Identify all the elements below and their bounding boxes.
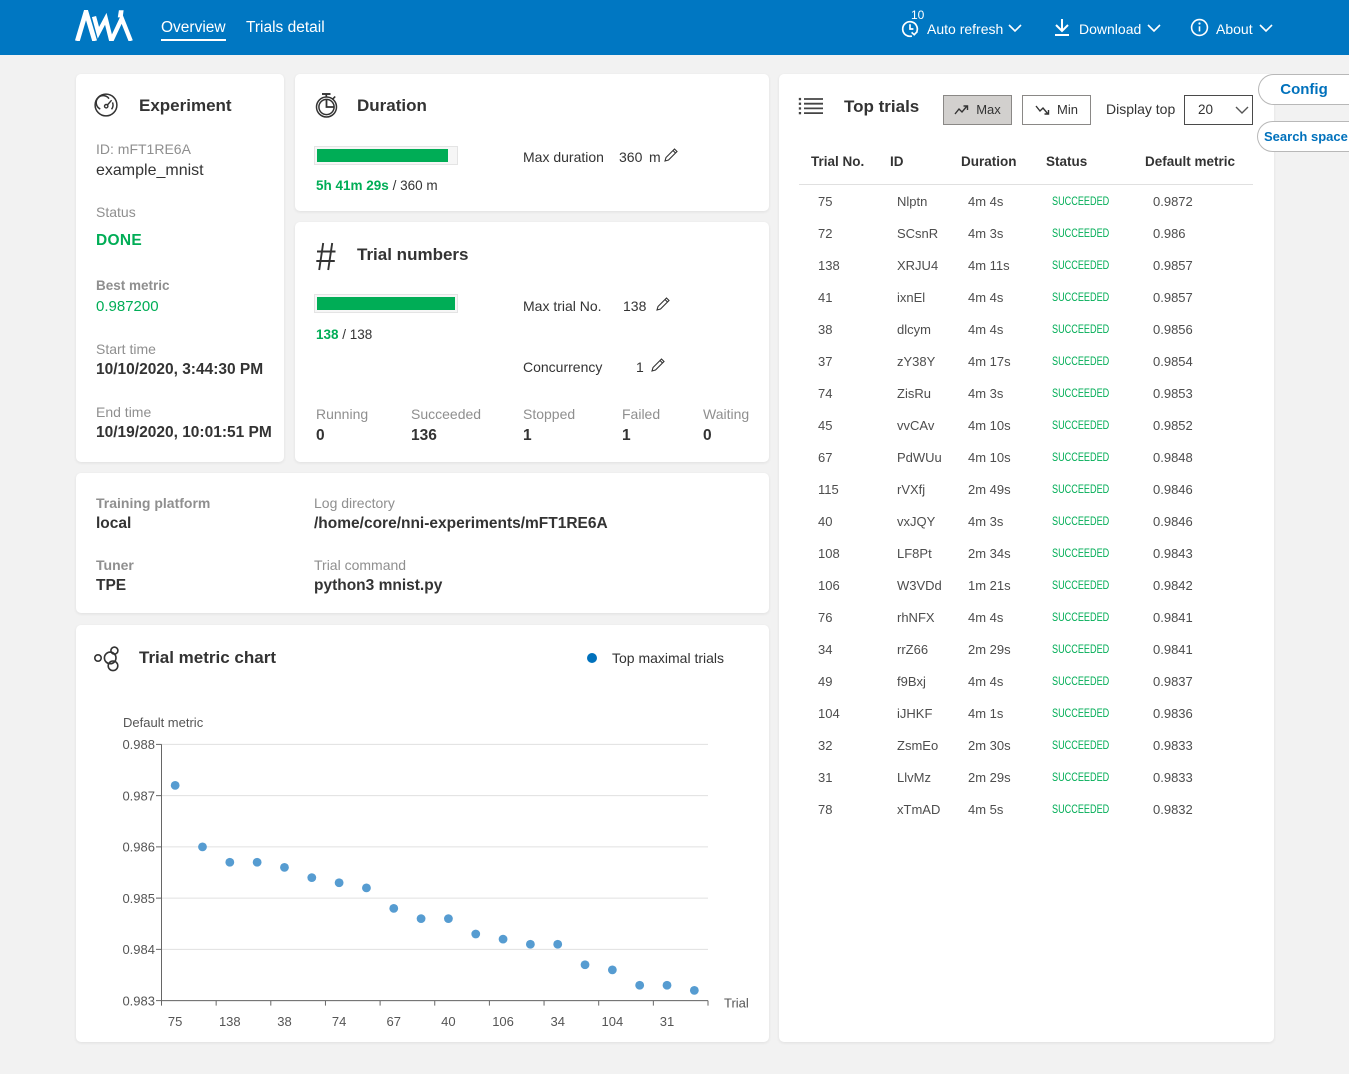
svg-text:Default metric: Default metric [123, 715, 204, 730]
svg-text:0.984: 0.984 [122, 942, 155, 957]
svg-text:0.986: 0.986 [122, 840, 155, 855]
svg-text:104: 104 [602, 1014, 624, 1029]
svg-text:0.983: 0.983 [122, 993, 155, 1008]
svg-text:Trial: Trial [724, 996, 749, 1011]
svg-text:0.985: 0.985 [122, 891, 155, 906]
svg-text:40: 40 [441, 1014, 455, 1029]
svg-text:34: 34 [550, 1014, 564, 1029]
svg-text:0.988: 0.988 [122, 737, 155, 752]
svg-text:38: 38 [277, 1014, 291, 1029]
svg-text:106: 106 [492, 1014, 514, 1029]
svg-text:75: 75 [168, 1014, 182, 1029]
svg-text:138: 138 [219, 1014, 241, 1029]
svg-text:67: 67 [387, 1014, 401, 1029]
svg-text:31: 31 [660, 1014, 674, 1029]
svg-text:74: 74 [332, 1014, 346, 1029]
svg-text:0.987: 0.987 [122, 788, 155, 803]
